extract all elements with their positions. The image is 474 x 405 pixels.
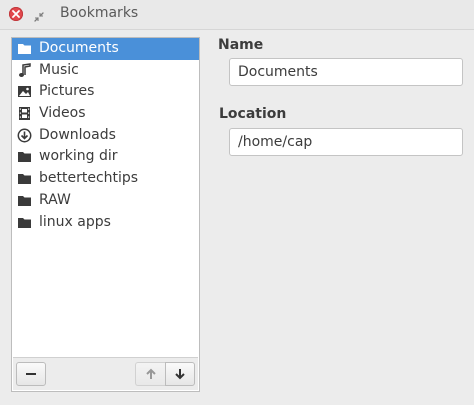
- bookmark-item[interactable]: linux apps: [12, 212, 199, 234]
- bookmark-item-label: bettertechtips: [39, 170, 139, 187]
- name-label: Name: [218, 37, 264, 53]
- download-icon: [17, 128, 32, 143]
- close-icon: [12, 10, 20, 18]
- bookmark-item[interactable]: RAW: [12, 190, 199, 212]
- location-field[interactable]: /home/cap: [229, 128, 463, 156]
- arrow-down-icon: [175, 369, 185, 380]
- bookmark-item-label: linux apps: [39, 213, 111, 230]
- bookmark-list: Documents Music Pictures Videos Downloads wor…: [12, 38, 199, 233]
- bookmark-list-panel: Documents Music Pictures Videos Downloads wor…: [11, 37, 200, 392]
- window-title: Bookmarks: [60, 5, 139, 21]
- bookmark-item-label: Pictures: [39, 83, 95, 100]
- arrow-up-icon: [145, 368, 156, 379]
- restore-icon: [34, 12, 44, 22]
- folder-icon: [17, 171, 32, 186]
- location-label: Location: [219, 106, 287, 122]
- folder-icon: [17, 41, 32, 56]
- move-down-button[interactable]: [165, 362, 195, 386]
- bookmark-item[interactable]: Music: [12, 60, 199, 82]
- folder-icon: [17, 215, 32, 230]
- bookmark-item[interactable]: Downloads: [12, 125, 199, 147]
- folder-icon: [17, 149, 32, 164]
- close-button[interactable]: [9, 7, 23, 21]
- videos-icon: [17, 106, 32, 121]
- bookmark-item-label: Music: [39, 61, 79, 78]
- bookmark-item-label: Videos: [39, 105, 86, 122]
- pictures-icon: [17, 84, 32, 99]
- name-field[interactable]: Documents: [229, 58, 463, 86]
- restore-button[interactable]: [33, 8, 45, 22]
- bookmark-item[interactable]: working dir: [12, 146, 199, 168]
- bookmark-item-label: RAW: [39, 191, 71, 208]
- list-toolbar: [13, 357, 198, 390]
- bookmark-item[interactable]: bettertechtips: [12, 168, 199, 190]
- bookmark-item-label: working dir: [39, 148, 118, 165]
- bookmark-item-label: Documents: [39, 40, 119, 56]
- remove-bookmark-button[interactable]: [16, 362, 46, 386]
- move-up-button[interactable]: [135, 362, 165, 386]
- bookmark-item-label: Downloads: [39, 126, 116, 143]
- music-icon: [17, 62, 32, 78]
- minus-icon: [26, 373, 36, 375]
- title-bar: Bookmarks: [0, 0, 474, 30]
- bookmark-item[interactable]: Pictures: [12, 81, 199, 103]
- folder-icon: [17, 193, 32, 208]
- bookmark-item[interactable]: Videos: [12, 103, 199, 125]
- bookmark-item[interactable]: Documents: [12, 38, 199, 60]
